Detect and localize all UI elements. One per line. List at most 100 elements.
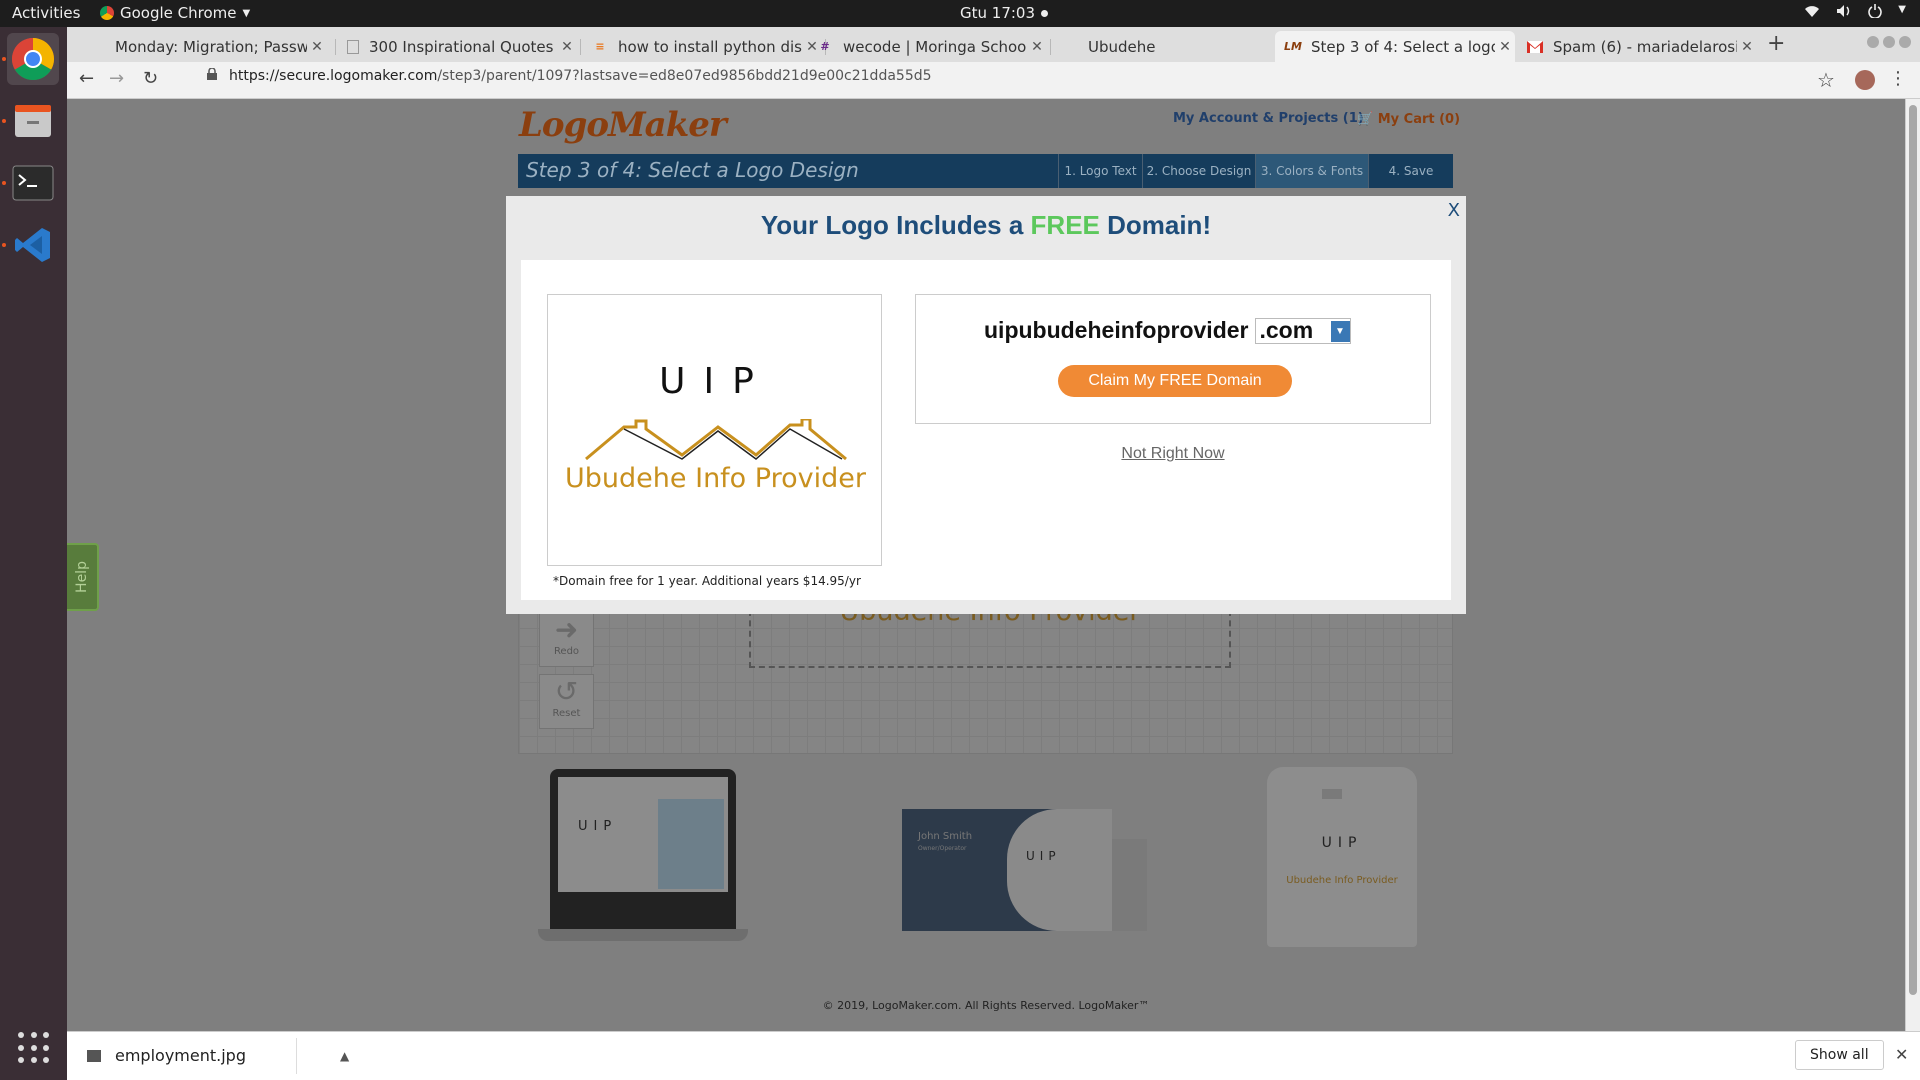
- browser-tab-strip: Monday: Migration; Passw ✕ 300 Inspirati…: [67, 27, 1920, 62]
- address-bar[interactable]: https://secure.logomaker.com/step3/paren…: [207, 67, 932, 84]
- notification-dot-icon: [1041, 9, 1049, 17]
- tab-logomaker-step3[interactable]: LM Step 3 of 4: Select a logo d ✕: [1275, 31, 1515, 62]
- logo-selection-frame[interactable]: Ubudehe Info Provider: [749, 596, 1231, 668]
- tab-install-python[interactable]: ≡ how to install python dist ✕: [582, 31, 822, 62]
- domain-claim-box: uipubudeheinfoprovider .com ▼ Claim My F…: [915, 294, 1431, 424]
- chevron-up-icon[interactable]: ▲: [340, 1049, 349, 1063]
- cart-link-label: My Cart (0): [1377, 112, 1461, 127]
- tab-title: Monday: Migration; Passw: [115, 37, 307, 56]
- tab-title: Ubudehe: [1088, 37, 1156, 56]
- tab-gmail-spam[interactable]: Spam (6) - mariadelarosit ✕: [1517, 31, 1757, 62]
- scrollbar-thumb[interactable]: [1909, 105, 1917, 995]
- terminal-icon: [12, 165, 54, 201]
- dock-chrome[interactable]: [2, 33, 59, 85]
- clock[interactable]: Gtu 17:03: [960, 4, 1049, 22]
- close-download-bar-icon[interactable]: ✕: [1895, 1045, 1908, 1064]
- redo-arrow-icon: ➜: [554, 613, 579, 646]
- step-tab-save[interactable]: 4. Save: [1368, 154, 1453, 188]
- minimize-window-icon[interactable]: [1867, 36, 1879, 48]
- new-tab-icon[interactable]: +: [1767, 31, 1785, 56]
- tab-ubudehe[interactable]: Ubudehe ✕: [1052, 31, 1292, 62]
- help-side-tab[interactable]: Help: [67, 543, 99, 611]
- vscode-icon: [15, 228, 50, 262]
- menu-kebab-icon[interactable]: ⋮: [1889, 68, 1907, 89]
- page-scrollbar[interactable]: [1905, 99, 1920, 1031]
- running-indicator-icon: [2, 119, 6, 123]
- logomaker-logo[interactable]: LogoMaker: [519, 105, 727, 145]
- caret-down-icon: ▼: [1898, 4, 1906, 15]
- system-top-bar: Activities Google Chrome ▼ Gtu 17:03 ▼: [0, 0, 1920, 27]
- domain-name: uipubudeheinfoprovider: [984, 317, 1249, 343]
- rooftops-graphic-icon: [585, 419, 847, 461]
- close-tab-icon[interactable]: ✕: [1027, 39, 1047, 55]
- tld-select[interactable]: .com ▼: [1254, 317, 1351, 344]
- tab-monday-migration[interactable]: Monday: Migration; Passw ✕: [79, 31, 327, 62]
- heading-text: Your Logo Includes a: [760, 210, 1031, 240]
- cart-link[interactable]: 🛒 My Cart (0): [1357, 112, 1460, 127]
- step-tab-logo-text[interactable]: 1. Logo Text: [1058, 154, 1142, 188]
- close-tab-icon[interactable]: ✕: [1495, 39, 1515, 55]
- running-indicator-icon: [2, 181, 6, 185]
- redo-button[interactable]: ➜ Redo: [539, 612, 594, 667]
- back-arrow-icon[interactable]: ←: [79, 68, 94, 89]
- close-tab-icon[interactable]: ✕: [557, 39, 577, 55]
- not-right-now-link[interactable]: Not Right Now: [915, 445, 1431, 463]
- step-tab-colors-fonts[interactable]: 3. Colors & Fonts: [1255, 154, 1368, 188]
- caret-down-icon: ▼: [242, 7, 251, 19]
- tab-title: Step 3 of 4: Select a logo d: [1311, 37, 1495, 56]
- reset-label: Reset: [552, 708, 581, 719]
- browser-toolbar: ← → ↻ https://secure.logomaker.com/step3…: [67, 62, 1920, 99]
- reset-button[interactable]: ↺ Reset: [539, 674, 594, 729]
- tab-title: how to install python dist: [618, 37, 802, 56]
- bookmark-star-icon[interactable]: ☆: [1817, 68, 1835, 92]
- blank-page-icon: [89, 39, 105, 55]
- heading-text-end: Domain!: [1099, 210, 1212, 240]
- tab-inspirational-quotes[interactable]: 300 Inspirational Quotes ✕: [337, 31, 577, 62]
- tshirt-company-text: Ubudehe Info Provider: [1286, 875, 1398, 886]
- tshirt-mockup: UIP Ubudehe Info Provider: [1267, 767, 1417, 947]
- page-icon: [347, 39, 359, 54]
- stackoverflow-icon: ≡: [595, 40, 605, 53]
- redo-label: Redo: [553, 646, 580, 657]
- page-footer: © 2019, LogoMaker.com. All Rights Reserv…: [822, 999, 1150, 1012]
- profile-avatar[interactable]: [1855, 70, 1875, 90]
- volume-icon: [1836, 4, 1852, 22]
- tshirt-logo-initials: UIP: [1321, 835, 1363, 851]
- modal-heading: Your Logo Includes a FREE Domain!: [506, 210, 1466, 241]
- tab-title: Spam (6) - mariadelarosit: [1553, 37, 1737, 56]
- show-applications-grid-icon[interactable]: [18, 1032, 50, 1064]
- dock-files[interactable]: [2, 95, 59, 147]
- close-tab-icon[interactable]: ✕: [1737, 39, 1757, 55]
- tab-wecode-moringa[interactable]: # wecode | Moringa School ✕: [807, 31, 1047, 62]
- clock-text: Gtu 17:03: [960, 4, 1036, 22]
- card-role: Owner/Operator: [918, 845, 967, 852]
- claim-domain-button[interactable]: Claim My FREE Domain: [1058, 365, 1292, 397]
- chrome-icon: [11, 37, 55, 81]
- laptop-logo-initials: UIP: [578, 819, 618, 834]
- account-link[interactable]: My Account & Projects (1): [1173, 111, 1364, 126]
- system-status-area[interactable]: ▼: [1804, 4, 1906, 22]
- step-tab-choose-design[interactable]: 2. Choose Design: [1142, 154, 1255, 188]
- cart-icon: 🛒: [1357, 112, 1374, 127]
- dock-terminal[interactable]: [2, 157, 59, 209]
- slack-icon: #: [820, 40, 830, 53]
- url-path: /step3/parent/1097?lastsave=ed8e07ed9856…: [437, 68, 932, 84]
- show-all-downloads-button[interactable]: Show all: [1795, 1040, 1884, 1070]
- close-tab-icon[interactable]: ✕: [307, 39, 327, 55]
- window-controls[interactable]: [1867, 36, 1911, 48]
- close-window-icon[interactable]: [1899, 36, 1911, 48]
- chrome-small-icon: [100, 6, 114, 20]
- reload-icon[interactable]: ↻: [143, 68, 158, 89]
- forward-arrow-icon[interactable]: →: [109, 68, 124, 89]
- laptop-mockup: UIP: [538, 769, 748, 947]
- logo-editor-canvas: ➜ Redo ↺ Reset Ubudehe Info Provider: [518, 596, 1453, 754]
- activities-button[interactable]: Activities: [12, 4, 80, 22]
- logomaker-icon: LM: [1284, 40, 1302, 53]
- app-menu[interactable]: Google Chrome ▼: [100, 4, 250, 22]
- dock-vscode[interactable]: [2, 219, 59, 271]
- maximize-window-icon[interactable]: [1883, 36, 1895, 48]
- tab-title: 300 Inspirational Quotes: [369, 37, 554, 56]
- blank-page-icon: [1062, 39, 1078, 55]
- download-item[interactable]: employment.jpg ▲: [87, 1046, 349, 1065]
- tab-title: wecode | Moringa School: [843, 37, 1027, 56]
